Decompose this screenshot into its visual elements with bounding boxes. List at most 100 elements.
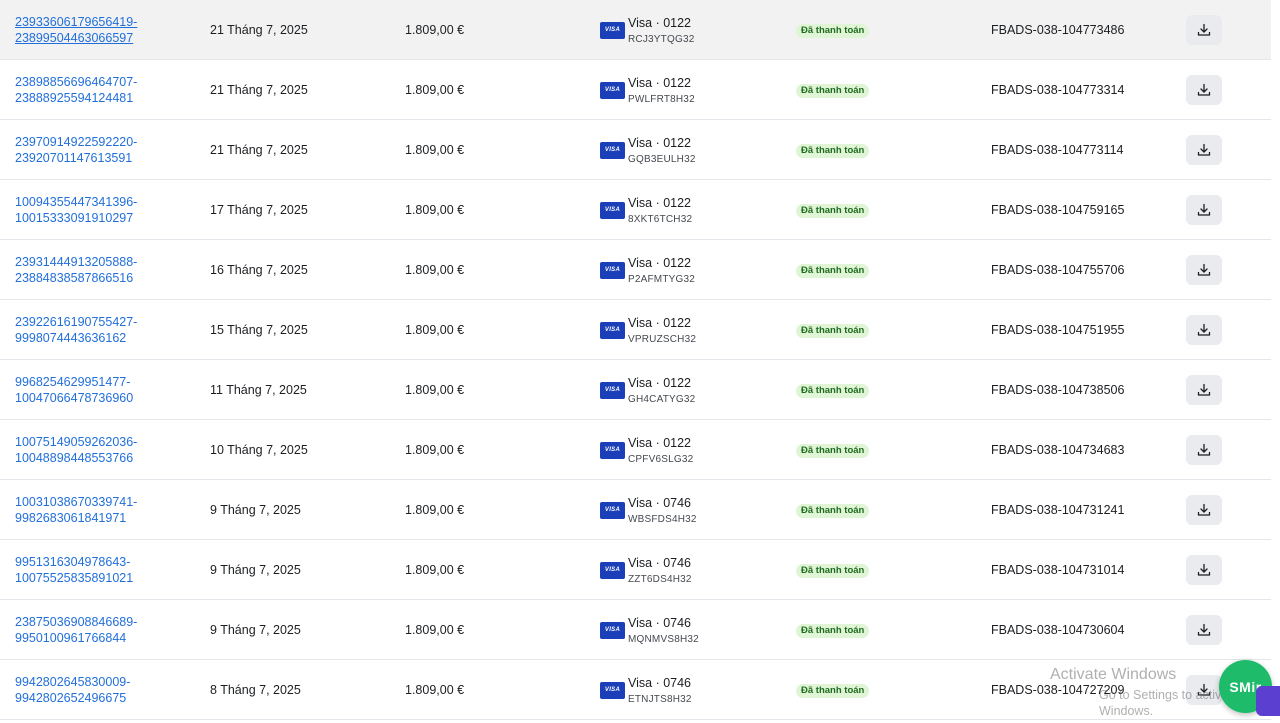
download-icon xyxy=(1196,502,1212,518)
download-button[interactable] xyxy=(1186,15,1222,45)
download-button[interactable] xyxy=(1186,255,1222,285)
table-row: 10075149059262036- 10048898448553766 10 Th… xyxy=(0,420,1271,480)
table-row: 23933606179656419- 23899504463066597 21 Th… xyxy=(0,0,1271,60)
transaction-id-part-1[interactable]: 23875036908846689- xyxy=(15,614,195,630)
transactions-table: 23933606179656419- 23899504463066597 21 Th… xyxy=(0,0,1271,720)
status-badge: Đã thanh toán xyxy=(796,24,870,38)
status-badge: Đã thanh toán xyxy=(796,84,870,98)
transaction-date: 9 Tháng 7, 2025 xyxy=(210,563,301,577)
download-button[interactable] xyxy=(1186,75,1222,105)
status-badge: Đã thanh toán xyxy=(796,144,870,158)
visa-card-icon: VISA xyxy=(600,262,625,279)
payment-reference: 8XKT6TCH32 xyxy=(628,214,693,225)
table-row: 23922616190755427- 9998074443636162 15 Thá… xyxy=(0,300,1271,360)
transaction-id-part-1[interactable]: 10031038670339741- xyxy=(15,494,195,510)
payment-method: Visa · 0122 xyxy=(628,376,692,390)
transaction-amount: 1.809,00 € xyxy=(405,83,465,97)
transaction-id-part-2[interactable]: 23899504463066597 xyxy=(15,30,195,46)
transaction-id-part-1[interactable]: 23970914922592220- xyxy=(15,134,195,150)
transaction-id-link[interactable]: 23875036908846689- 9950100961766844 xyxy=(15,614,195,646)
transaction-id-part-2[interactable]: 9950100961766844 xyxy=(15,630,195,646)
transaction-amount: 1.809,00 € xyxy=(405,503,465,517)
transaction-id-link[interactable]: 23933606179656419- 23899504463066597 xyxy=(15,14,195,46)
table-row: 23898856696464707- 23888925594124481 21 Th… xyxy=(0,60,1271,120)
transaction-id-part-2[interactable]: 23884838587866516 xyxy=(15,270,195,286)
transaction-id-link[interactable]: 23922616190755427- 9998074443636162 xyxy=(15,314,195,346)
transaction-id-part-1[interactable]: 23931444913205888- xyxy=(15,254,195,270)
transaction-id-part-1[interactable]: 23933606179656419- xyxy=(15,14,195,30)
transaction-id-link[interactable]: 10031038670339741- 9982683061841971 xyxy=(15,494,195,526)
transaction-id-link[interactable]: 23898856696464707- 23888925594124481 xyxy=(15,74,195,106)
transaction-id-part-1[interactable]: 10075149059262036- xyxy=(15,434,195,450)
transaction-id-part-1[interactable]: 9951316304978643- xyxy=(15,554,195,570)
transaction-date: 10 Tháng 7, 2025 xyxy=(210,443,308,457)
transaction-amount: 1.809,00 € xyxy=(405,263,465,277)
download-button[interactable] xyxy=(1186,135,1222,165)
transaction-amount: 1.809,00 € xyxy=(405,563,465,577)
transaction-amount: 1.809,00 € xyxy=(405,443,465,457)
download-button[interactable] xyxy=(1186,195,1222,225)
transaction-id-link[interactable]: 23970914922592220- 23920701147613591 xyxy=(15,134,195,166)
download-icon xyxy=(1196,202,1212,218)
transaction-id-link[interactable]: 10075149059262036- 10048898448553766 xyxy=(15,434,195,466)
download-button[interactable] xyxy=(1186,435,1222,465)
transaction-amount: 1.809,00 € xyxy=(405,683,465,697)
reference-number: FBADS-038-104727209 xyxy=(991,683,1125,697)
table-row: 10094355447341396- 10015333091910297 17 Th… xyxy=(0,180,1271,240)
transaction-id-part-2[interactable]: 9982683061841971 xyxy=(15,510,195,526)
download-button[interactable] xyxy=(1186,675,1222,705)
transaction-id-part-2[interactable]: 9998074443636162 xyxy=(15,330,195,346)
table-row: 23875036908846689- 9950100961766844 9 Thán… xyxy=(0,600,1271,660)
reference-number: FBADS-038-104738506 xyxy=(991,383,1125,397)
transaction-id-part-1[interactable]: 9942802645830009- xyxy=(15,674,195,690)
transaction-id-part-1[interactable]: 23898856696464707- xyxy=(15,74,195,90)
transaction-id-part-2[interactable]: 10075525835891021 xyxy=(15,570,195,586)
transaction-id-part-2[interactable]: 9942802652496675 xyxy=(15,690,195,706)
reference-number: FBADS-038-104773486 xyxy=(991,23,1125,37)
download-button[interactable] xyxy=(1186,315,1222,345)
reference-number: FBADS-038-104755706 xyxy=(991,263,1125,277)
download-icon xyxy=(1196,142,1212,158)
transaction-id-link[interactable]: 9951316304978643- 10075525835891021 xyxy=(15,554,195,586)
download-button[interactable] xyxy=(1186,615,1222,645)
scrollbar[interactable] xyxy=(1271,0,1280,723)
download-button[interactable] xyxy=(1186,555,1222,585)
payment-method: Visa · 0746 xyxy=(628,616,692,630)
transaction-id-part-2[interactable]: 23888925594124481 xyxy=(15,90,195,106)
download-button[interactable] xyxy=(1186,495,1222,525)
payment-reference: GQB3EULH32 xyxy=(628,154,696,165)
table-row: 9968254629951477- 10047066478736960 11 Thá… xyxy=(0,360,1271,420)
transaction-amount: 1.809,00 € xyxy=(405,203,465,217)
download-button[interactable] xyxy=(1186,375,1222,405)
transaction-id-link[interactable]: 9942802645830009- 9942802652496675 xyxy=(15,674,195,706)
table-row: 9942802645830009- 9942802652496675 8 Tháng… xyxy=(0,660,1271,720)
payment-reference: VPRUZSCH32 xyxy=(628,334,697,345)
payment-reference: ZZT6DS4H32 xyxy=(628,574,692,585)
transaction-id-part-1[interactable]: 10094355447341396- xyxy=(15,194,195,210)
transaction-id-part-2[interactable]: 10047066478736960 xyxy=(15,390,195,406)
download-icon xyxy=(1196,562,1212,578)
visa-card-icon: VISA xyxy=(600,622,625,639)
visa-card-icon: VISA xyxy=(600,82,625,99)
payment-method: Visa · 0122 xyxy=(628,256,692,270)
visa-card-icon: VISA xyxy=(600,322,625,339)
transaction-date: 9 Tháng 7, 2025 xyxy=(210,623,301,637)
payment-reference: ETNJTS8H32 xyxy=(628,694,692,705)
payment-method: Visa · 0122 xyxy=(628,16,692,30)
transaction-id-link[interactable]: 9968254629951477- 10047066478736960 xyxy=(15,374,195,406)
transaction-id-part-2[interactable]: 10048898448553766 xyxy=(15,450,195,466)
transaction-id-part-2[interactable]: 10015333091910297 xyxy=(15,210,195,226)
status-badge: Đã thanh toán xyxy=(796,444,870,458)
transaction-id-link[interactable]: 10094355447341396- 10015333091910297 xyxy=(15,194,195,226)
reference-number: FBADS-038-104759165 xyxy=(991,203,1125,217)
download-icon xyxy=(1196,442,1212,458)
transaction-id-part-1[interactable]: 9968254629951477- xyxy=(15,374,195,390)
status-badge: Đã thanh toán xyxy=(796,504,870,518)
side-widget-tab[interactable] xyxy=(1256,686,1280,716)
transaction-id-part-2[interactable]: 23920701147613591 xyxy=(15,150,195,166)
reference-number: FBADS-038-104751955 xyxy=(991,323,1125,337)
transaction-amount: 1.809,00 € xyxy=(405,143,465,157)
transaction-id-part-1[interactable]: 23922616190755427- xyxy=(15,314,195,330)
status-badge: Đã thanh toán xyxy=(796,564,870,578)
transaction-id-link[interactable]: 23931444913205888- 23884838587866516 xyxy=(15,254,195,286)
